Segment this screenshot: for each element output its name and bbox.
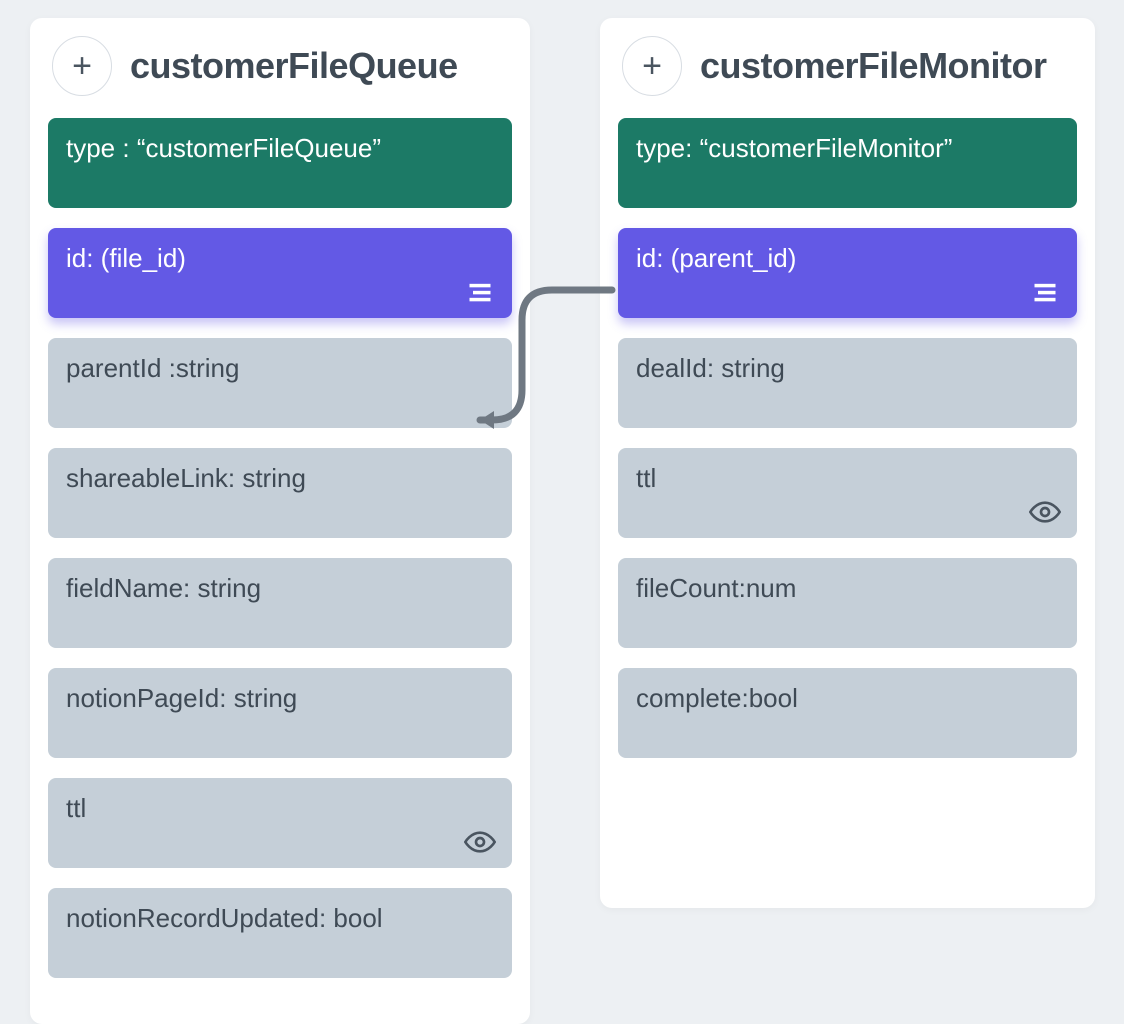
field-label: shareableLink: string <box>66 462 306 496</box>
sort-icon <box>1029 276 1061 308</box>
field-complete[interactable]: complete:bool <box>618 668 1077 758</box>
field-shareable-link[interactable]: shareableLink: string <box>48 448 512 538</box>
field-type[interactable]: type : “customerFileQueue” <box>48 118 512 208</box>
field-ttl[interactable]: ttl <box>48 778 512 868</box>
field-parent-id[interactable]: parentId :string <box>48 338 512 428</box>
field-label: notionPageId: string <box>66 682 297 716</box>
eye-icon <box>464 826 496 858</box>
plus-icon: + <box>72 47 92 86</box>
entity-card-customer-file-queue: + customerFileQueue type : “customerFile… <box>30 18 530 1024</box>
field-label: parentId :string <box>66 352 239 386</box>
field-label: type: “customerFileMonitor” <box>636 132 952 166</box>
field-notion-record-updated[interactable]: notionRecordUpdated: bool <box>48 888 512 978</box>
sort-icon <box>464 276 496 308</box>
entity-title: customerFileQueue <box>130 45 458 87</box>
field-label: type : “customerFileQueue” <box>66 132 381 166</box>
field-notion-page-id[interactable]: notionPageId: string <box>48 668 512 758</box>
field-label: dealId: string <box>636 352 785 386</box>
field-deal-id[interactable]: dealId: string <box>618 338 1077 428</box>
field-id[interactable]: id: (parent_id) <box>618 228 1077 318</box>
eye-icon <box>1029 496 1061 528</box>
field-label: ttl <box>636 462 656 496</box>
entity-title: customerFileMonitor <box>700 45 1047 87</box>
field-field-name[interactable]: fieldName: string <box>48 558 512 648</box>
field-label: fieldName: string <box>66 572 261 606</box>
field-file-count[interactable]: fileCount:num <box>618 558 1077 648</box>
field-label: id: (file_id) <box>66 242 186 276</box>
entity-card-customer-file-monitor: + customerFileMonitor type: “customerFil… <box>600 18 1095 908</box>
field-label: id: (parent_id) <box>636 242 796 276</box>
add-field-button[interactable]: + <box>52 36 112 96</box>
card-header: + customerFileMonitor <box>618 36 1077 96</box>
add-field-button[interactable]: + <box>622 36 682 96</box>
field-label: complete:bool <box>636 682 798 716</box>
field-label: fileCount:num <box>636 572 796 606</box>
field-type[interactable]: type: “customerFileMonitor” <box>618 118 1077 208</box>
field-label: ttl <box>66 792 86 826</box>
field-id[interactable]: id: (file_id) <box>48 228 512 318</box>
field-ttl[interactable]: ttl <box>618 448 1077 538</box>
card-header: + customerFileQueue <box>48 36 512 96</box>
field-label: notionRecordUpdated: bool <box>66 902 383 936</box>
plus-icon: + <box>642 47 662 86</box>
